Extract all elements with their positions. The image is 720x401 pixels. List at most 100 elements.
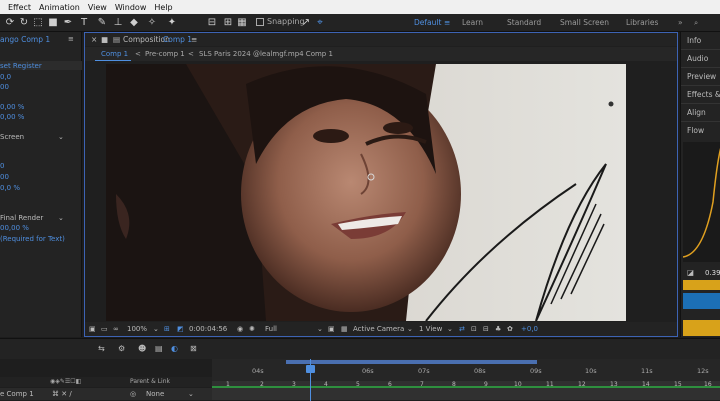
transparency-grid-icon[interactable]: ▦ bbox=[341, 325, 348, 333]
resolution-dropdown[interactable]: Full bbox=[265, 325, 277, 333]
tab-comp-1[interactable]: Comp 1 bbox=[101, 50, 128, 58]
panel-settings-icon[interactable]: ▤ bbox=[113, 35, 120, 44]
playhead-handle[interactable] bbox=[306, 365, 315, 373]
workspace-libraries[interactable]: Libraries bbox=[626, 18, 658, 27]
param-value[interactable]: 0,0 bbox=[0, 73, 11, 81]
frame-marker[interactable]: 1 bbox=[226, 381, 230, 388]
camera-snapshot-icon[interactable]: ◉ bbox=[237, 325, 243, 333]
parent-pickwhip-icon[interactable]: ◎ bbox=[130, 390, 136, 398]
parent-dropdown[interactable]: None bbox=[146, 390, 164, 398]
snap-arrow-icon[interactable]: ↗ bbox=[300, 16, 312, 29]
tab-sls-paris-comp[interactable]: SLS Paris 2024 @lealmgf.mp4 Comp 1 bbox=[199, 50, 333, 58]
flow-curve-graph[interactable] bbox=[682, 142, 720, 262]
frame-marker[interactable]: 3 bbox=[292, 381, 296, 388]
info-panel-tab[interactable]: Info bbox=[687, 36, 701, 45]
frame-marker[interactable]: 7 bbox=[420, 381, 424, 388]
preview-panel-tab[interactable]: Preview bbox=[687, 72, 716, 81]
render-mode-dropdown[interactable]: Final Render bbox=[0, 214, 43, 222]
frame-marker[interactable]: 6 bbox=[388, 381, 392, 388]
grid-icon[interactable]: ▦ bbox=[236, 16, 248, 29]
fast-preview-icon[interactable]: ▣ bbox=[328, 325, 335, 333]
flow-learn-button[interactable] bbox=[683, 320, 720, 336]
render-tree-icon[interactable]: ♣ bbox=[495, 325, 501, 333]
zoom-dropdown[interactable]: 100% bbox=[127, 325, 147, 333]
puppet-pin-tool-icon[interactable]: ✦ bbox=[166, 16, 178, 29]
lock-icon[interactable]: ■ bbox=[101, 35, 108, 44]
menu-effect[interactable]: Effect bbox=[8, 3, 31, 12]
layer-row[interactable]: e Comp 1 ⌘ ✕ / ◎ None ⌄ bbox=[0, 388, 212, 400]
frame-marker[interactable]: 12 bbox=[578, 381, 586, 388]
chevron-down-icon[interactable]: ⌄ bbox=[407, 325, 413, 333]
work-area-bar[interactable] bbox=[286, 360, 537, 364]
search-help-icon[interactable]: ⌕ bbox=[694, 18, 698, 28]
rotate-tool-icon[interactable]: ↻ bbox=[18, 16, 30, 29]
eraser-tool-icon[interactable]: ◆ bbox=[128, 16, 140, 29]
param-value[interactable]: 00,00 % bbox=[0, 224, 29, 232]
distribute-icon[interactable]: ⊞ bbox=[222, 16, 234, 29]
layer-switches-icon[interactable]: ⌘ ✕ / bbox=[52, 390, 72, 398]
blend-mode-dropdown[interactable]: Screen bbox=[0, 133, 24, 141]
frame-marker[interactable]: 4 bbox=[324, 381, 328, 388]
monitor-icon[interactable]: ▭ bbox=[101, 325, 108, 333]
draft-3d-icon[interactable]: ⚙ bbox=[118, 344, 125, 353]
menu-help[interactable]: Help bbox=[154, 3, 172, 12]
panel-menu-icon[interactable]: ≡ bbox=[68, 35, 74, 43]
menu-animation[interactable]: Animation bbox=[39, 3, 80, 12]
snapping-checkbox[interactable] bbox=[256, 18, 264, 26]
param-value[interactable]: 00 bbox=[0, 83, 9, 91]
tab-pre-comp-1[interactable]: Pre-comp 1 bbox=[145, 50, 185, 58]
param-value[interactable]: 0,00 % bbox=[0, 113, 24, 121]
menu-view[interactable]: View bbox=[88, 3, 107, 12]
frame-marker[interactable]: 15 bbox=[674, 381, 682, 388]
frame-marker[interactable]: 14 bbox=[642, 381, 650, 388]
3d-draft-icon[interactable]: ⊟ bbox=[483, 325, 489, 333]
param-value[interactable]: 0,00 % bbox=[0, 103, 24, 111]
reset-register-links[interactable]: set Register bbox=[0, 62, 42, 70]
align-panel-tab[interactable]: Align bbox=[687, 108, 706, 117]
chevron-down-icon[interactable]: ⌄ bbox=[188, 390, 194, 398]
flowchart-icon[interactable]: ⇄ bbox=[459, 325, 465, 333]
frame-marker[interactable]: 9 bbox=[484, 381, 488, 388]
views-dropdown[interactable]: 1 View bbox=[419, 325, 442, 333]
flow-value[interactable]: 0.39 bbox=[705, 269, 720, 277]
frame-marker[interactable]: 10 bbox=[514, 381, 522, 388]
effect-controls-tab[interactable]: ango Comp 1 bbox=[0, 35, 50, 44]
chevron-down-icon[interactable]: ⌄ bbox=[58, 133, 64, 141]
workspace-small-screen[interactable]: Small Screen bbox=[560, 18, 609, 27]
frame-marker[interactable]: 13 bbox=[610, 381, 618, 388]
layer-name[interactable]: e Comp 1 bbox=[0, 390, 34, 398]
graph-editor-icon[interactable]: ⊠ bbox=[190, 344, 197, 353]
panel-menu-icon[interactable]: ≡ bbox=[191, 35, 197, 44]
composition-title-name[interactable]: Comp 1 bbox=[163, 35, 192, 44]
exposure-value[interactable]: +0,0 bbox=[521, 325, 538, 333]
workspace-default[interactable]: Default bbox=[414, 18, 441, 27]
goggles-icon[interactable]: ∞ bbox=[113, 325, 119, 333]
chevron-down-icon[interactable]: ⌄ bbox=[153, 325, 159, 333]
grid-guides-icon[interactable]: ⊞ bbox=[164, 325, 170, 333]
chevron-down-icon[interactable]: ⌄ bbox=[58, 214, 64, 222]
rectangle-tool-icon[interactable]: ■ bbox=[47, 16, 59, 29]
orbit-tool-icon[interactable]: ⟳ bbox=[4, 16, 16, 29]
menu-window[interactable]: Window bbox=[115, 3, 147, 12]
workspace-learn[interactable]: Learn bbox=[462, 18, 483, 27]
region-of-interest-icon[interactable]: ▣ bbox=[89, 325, 96, 333]
clone-stamp-tool-icon[interactable]: ⊥ bbox=[112, 16, 124, 29]
chevron-down-icon[interactable]: ⌄ bbox=[317, 325, 323, 333]
color-channel-icon[interactable]: ✺ bbox=[249, 325, 255, 333]
camera-tool-icon[interactable]: ⬚ bbox=[32, 16, 44, 29]
pen-tool-icon[interactable]: ✒ bbox=[62, 16, 74, 29]
workspace-overflow-icon[interactable]: » bbox=[678, 18, 683, 27]
motion-blur-icon[interactable]: ◐ bbox=[171, 344, 178, 353]
frame-marker[interactable]: 11 bbox=[546, 381, 554, 388]
roto-brush-tool-icon[interactable]: ✧ bbox=[146, 16, 158, 29]
workspace-standard[interactable]: Standard bbox=[507, 18, 541, 27]
shy-icon[interactable]: ☻ bbox=[138, 344, 146, 353]
audio-panel-tab[interactable]: Audio bbox=[687, 54, 708, 63]
type-tool-icon[interactable]: T bbox=[78, 16, 90, 29]
frame-marker[interactable]: 16 bbox=[704, 381, 712, 388]
param-value[interactable]: 00 bbox=[0, 173, 9, 181]
snap-target-icon[interactable]: ⌖ bbox=[314, 16, 326, 29]
effects-presets-panel-tab[interactable]: Effects & P bbox=[687, 90, 720, 99]
mask-visibility-icon[interactable]: ◩ bbox=[177, 325, 184, 333]
workspace-menu-icon[interactable]: ≡ bbox=[444, 18, 450, 27]
